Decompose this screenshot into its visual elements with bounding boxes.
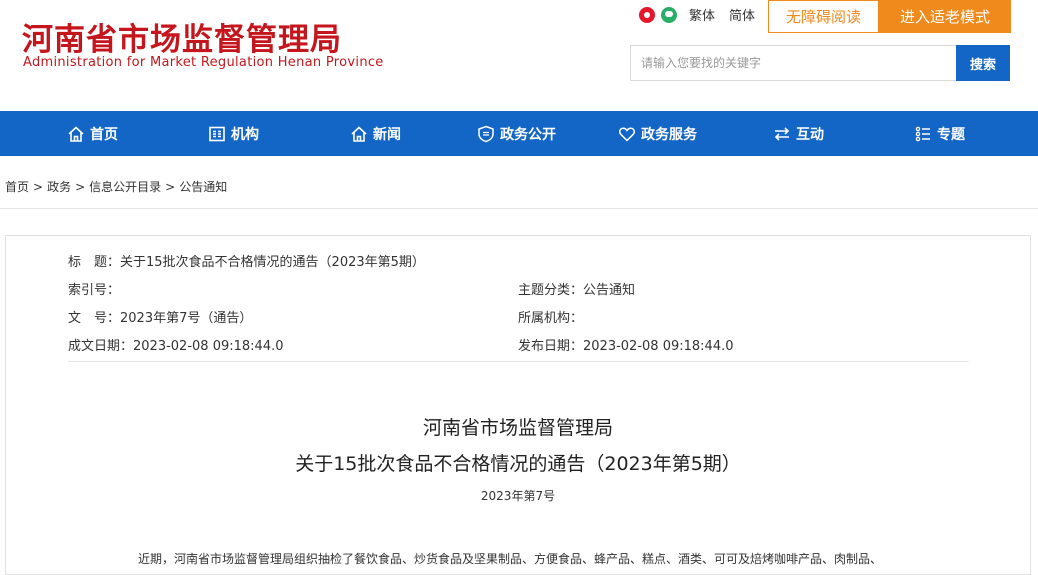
nav-item-label: 首页 — [90, 126, 118, 143]
meta-index: 索引号： — [68, 279, 120, 298]
meta-index-label: 索引号： — [68, 283, 121, 298]
shield-doc-icon — [478, 125, 494, 142]
exchange-icon — [774, 126, 790, 141]
nav-item-gov-open[interactable]: 政务公开 — [477, 111, 556, 156]
nav-item-org[interactable]: 机构 — [208, 111, 259, 156]
breadcrumb: 首页 > 政务 > 信息公开目录 > 公告通知 — [5, 178, 227, 195]
weibo-icon[interactable] — [639, 6, 655, 23]
meta-org-label: 所属机构： — [518, 311, 584, 326]
meta-title-value: 关于15批次食品不合格情况的通告（2023年第5期） — [120, 255, 425, 270]
lang-simplified-link[interactable]: 简体 — [729, 5, 755, 24]
nav-item-interact[interactable]: 互动 — [773, 111, 824, 156]
nav-item-topics[interactable]: 专题 — [914, 111, 965, 156]
heart-icon — [619, 126, 635, 142]
breadcrumb-sep: > — [165, 180, 176, 194]
nav-item-gov-service[interactable]: 政务服务 — [618, 111, 697, 156]
meta-title-label: 标 题： — [68, 255, 121, 270]
meta-category: 主题分类：公告通知 — [518, 279, 635, 298]
nav-item-news[interactable]: 新闻 — [350, 111, 401, 156]
lang-traditional-link[interactable]: 繁体 — [689, 5, 715, 24]
meta-published-label: 发布日期： — [518, 339, 584, 354]
meta-docno: 文 号：2023年第7号（通告） — [68, 307, 252, 326]
site-logo-en: Administration for Market Regulation Hen… — [23, 55, 384, 70]
meta-docno-label: 文 号： — [68, 311, 121, 326]
news-icon — [351, 125, 367, 142]
wechat-icon[interactable] — [661, 6, 677, 23]
breadcrumb-info-catalog[interactable]: 信息公开目录 — [89, 180, 161, 194]
meta-published: 发布日期：2023-02-08 09:18:44.0 — [518, 335, 734, 354]
list-icon — [915, 126, 930, 141]
article-title-line2: 关于15批次食品不合格情况的通告（2023年第5期） — [295, 453, 741, 475]
breadcrumb-home[interactable]: 首页 — [5, 180, 29, 194]
nav-item-home[interactable]: 首页 — [67, 111, 118, 156]
meta-divider — [68, 361, 969, 362]
meta-published-value: 2023-02-08 09:18:44.0 — [583, 339, 734, 354]
article-panel: 标 题：关于15批次食品不合格情况的通告（2023年第5期） 索引号： 主题分类… — [5, 235, 1031, 575]
org-icon — [209, 126, 225, 141]
meta-category-value: 公告通知 — [583, 283, 636, 298]
nav-item-label: 新闻 — [373, 126, 401, 143]
meta-created-label: 成文日期： — [68, 339, 134, 354]
article-doc-number: 2023年第7号 — [480, 489, 556, 503]
meta-title: 标 题：关于15批次食品不合格情况的通告（2023年第5期） — [68, 251, 425, 270]
nav-item-label: 机构 — [231, 126, 259, 143]
site-logo-cn[interactable]: 河南省市场监督管理局 — [22, 14, 342, 59]
meta-category-label: 主题分类： — [518, 283, 584, 298]
meta-created: 成文日期：2023-02-08 09:18:44.0 — [68, 335, 284, 354]
nav-item-label: 政务公开 — [500, 126, 556, 143]
main-nav: 首页 机构 新闻 政务公开 政务服务 互动 专题 — [0, 111, 1038, 156]
accessible-reading-button[interactable]: 无障碍阅读 — [768, 0, 879, 33]
meta-docno-value: 2023年第7号（通告） — [120, 311, 253, 326]
breadcrumb-gov[interactable]: 政务 — [47, 180, 71, 194]
search-button[interactable]: 搜索 — [956, 45, 1010, 81]
elder-mode-button[interactable]: 进入适老模式 — [879, 0, 1011, 33]
home-icon — [68, 125, 84, 142]
article-title-line1: 河南省市场监督管理局 — [422, 417, 613, 439]
top-tools: 繁体 简体 — [639, 5, 755, 24]
breadcrumb-sep: > — [75, 180, 86, 194]
breadcrumb-notice[interactable]: 公告通知 — [179, 180, 227, 194]
nav-item-label: 政务服务 — [641, 126, 697, 143]
breadcrumb-sep: > — [33, 180, 44, 194]
meta-created-value: 2023-02-08 09:18:44.0 — [133, 339, 284, 354]
search-input[interactable] — [630, 45, 956, 81]
article-body-text: 近期，河南省市场监督管理局组织抽检了餐饮食品、炒货食品及坚果制品、方便食品、蜂产… — [138, 552, 883, 566]
meta-org: 所属机构： — [518, 307, 583, 326]
breadcrumb-divider — [0, 208, 1038, 209]
nav-item-label: 互动 — [796, 126, 824, 143]
nav-item-label: 专题 — [937, 126, 965, 143]
